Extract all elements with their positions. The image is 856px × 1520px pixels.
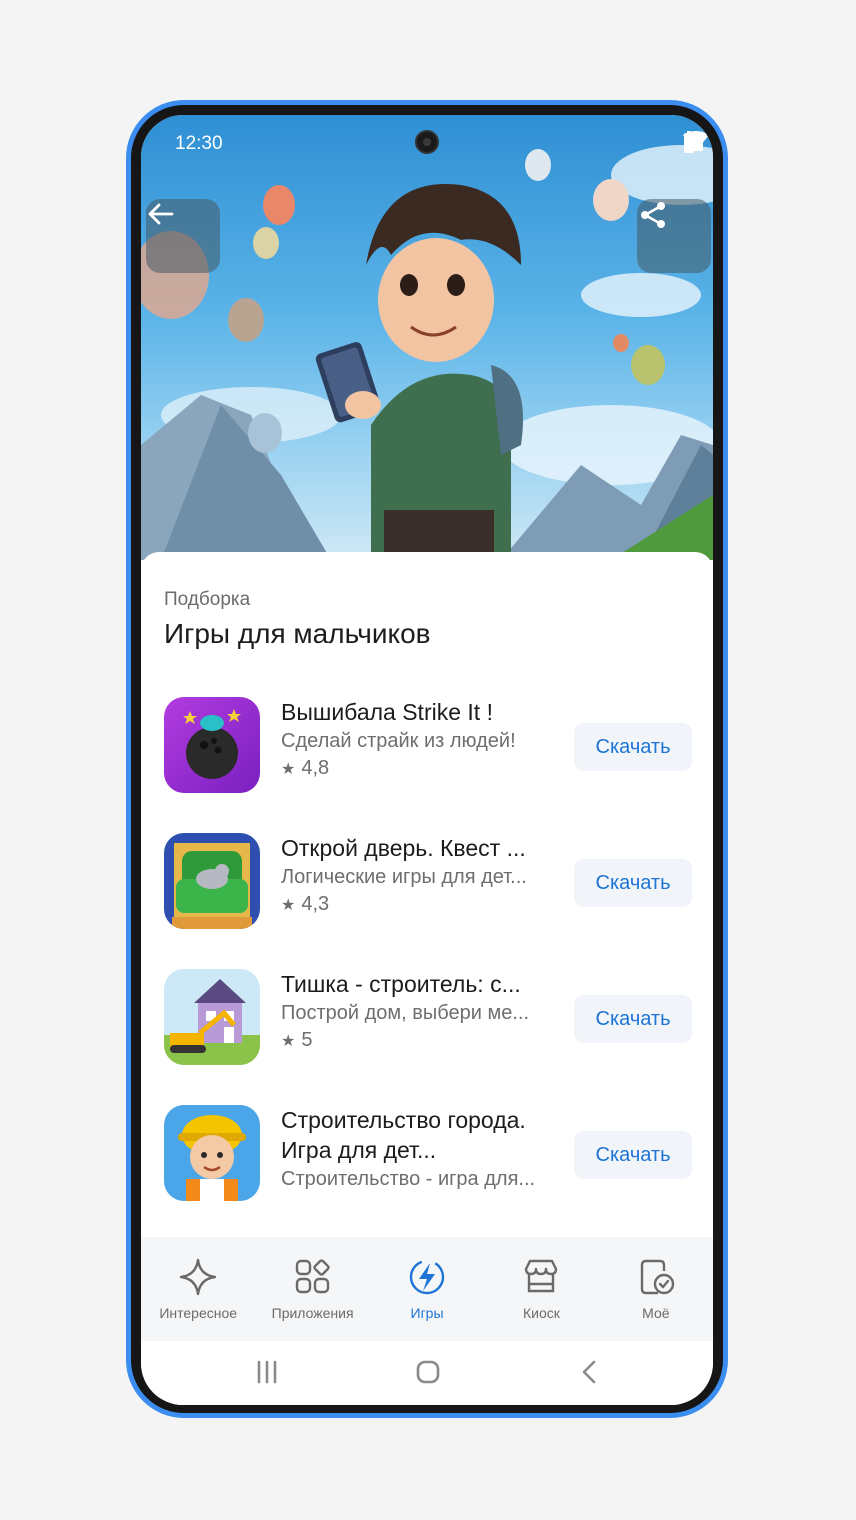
recents-icon[interactable] xyxy=(255,1359,279,1385)
app-description: Построй дом, выбери ме... xyxy=(281,1002,530,1024)
app-list-item[interactable]: Открой дверь. Квест ... Логические игры … xyxy=(164,833,694,933)
collection-kicker: Подборка xyxy=(164,589,251,610)
hero-image: 12:30 xyxy=(141,115,713,560)
app-name: Вышибала Strike It ! xyxy=(281,699,493,725)
status-time: 12:30 xyxy=(175,133,223,154)
lightning-icon xyxy=(409,1259,445,1295)
star-icon: ★ xyxy=(281,1033,296,1050)
download-button[interactable]: Скачать xyxy=(574,859,692,907)
back-button[interactable] xyxy=(146,199,220,273)
builder-boy-icon xyxy=(164,1105,260,1201)
tab-apps[interactable]: Приложения xyxy=(255,1237,369,1341)
tab-label: Приложения xyxy=(271,1305,354,1321)
tab-kiosk[interactable]: Киоск xyxy=(484,1237,598,1341)
system-nav-bar xyxy=(141,1341,713,1405)
bottom-tab-bar: Интересное Приложения Игры Киоск Моё xyxy=(141,1237,713,1341)
hero-illustration xyxy=(141,145,713,560)
tab-label: Моё xyxy=(642,1305,670,1321)
rating-value: 4,8 xyxy=(301,757,330,779)
app-rating: ★ 5 xyxy=(281,1027,561,1055)
cat-armchair-icon xyxy=(164,833,260,929)
tab-games[interactable]: Игры xyxy=(370,1237,484,1341)
app-description: Строительство - игра для... xyxy=(281,1168,536,1190)
apps-grid-icon xyxy=(295,1259,330,1294)
sparkle-icon xyxy=(180,1258,217,1296)
my-apps-icon xyxy=(640,1259,675,1295)
house-excavator-icon xyxy=(164,969,260,1065)
star-icon: ★ xyxy=(281,897,296,914)
download-button[interactable]: Скачать xyxy=(574,995,692,1043)
share-button[interactable] xyxy=(637,199,711,273)
app-list-item[interactable]: Вышибала Strike It ! Сделай страйк из лю… xyxy=(164,697,694,797)
tab-interesting[interactable]: Интересное xyxy=(141,1237,255,1341)
battery-icon xyxy=(684,131,694,153)
app-list-item[interactable]: Строительство города. Игра для дет... Ст… xyxy=(164,1105,694,1205)
collection-sheet: Подборка Игры для мальчиков Вышибала Str… xyxy=(141,552,713,1242)
back-nav-icon[interactable] xyxy=(579,1359,599,1385)
app-name: Открой дверь. Квест ... xyxy=(281,835,526,861)
download-button[interactable]: Скачать xyxy=(574,1131,692,1179)
app-description: Сделай страйк из людей! xyxy=(281,730,516,752)
app-description: Логические игры для дет... xyxy=(281,866,527,888)
rating-value: 4,3 xyxy=(301,893,330,915)
rating-value: 5 xyxy=(301,1029,313,1051)
collection-title: Игры для мальчиков xyxy=(164,618,431,649)
screen: 12:30 Подборка Игры для мальчиков Вышиба… xyxy=(141,115,713,1405)
app-rating: ★ 4,3 xyxy=(281,891,561,919)
home-icon[interactable] xyxy=(416,1359,440,1385)
app-name: Тишка - строитель: с... xyxy=(281,971,521,997)
app-list-item[interactable]: Тишка - строитель: с... Построй дом, выб… xyxy=(164,969,694,1069)
kiosk-icon xyxy=(525,1259,558,1293)
download-button[interactable]: Скачать xyxy=(574,723,692,771)
bowling-ball-icon xyxy=(164,697,260,793)
tab-label: Интересное xyxy=(159,1305,238,1321)
share-icon xyxy=(641,202,665,228)
tab-label: Игры xyxy=(410,1305,444,1321)
app-rating: ★ 4,8 xyxy=(281,755,561,783)
front-camera xyxy=(415,130,439,154)
tab-my[interactable]: Моё xyxy=(599,1237,713,1341)
star-icon: ★ xyxy=(281,761,296,778)
app-name: Строительство города. Игра для дет... xyxy=(281,1107,526,1163)
tab-label: Киоск xyxy=(522,1305,560,1321)
arrow-left-icon xyxy=(148,203,174,225)
